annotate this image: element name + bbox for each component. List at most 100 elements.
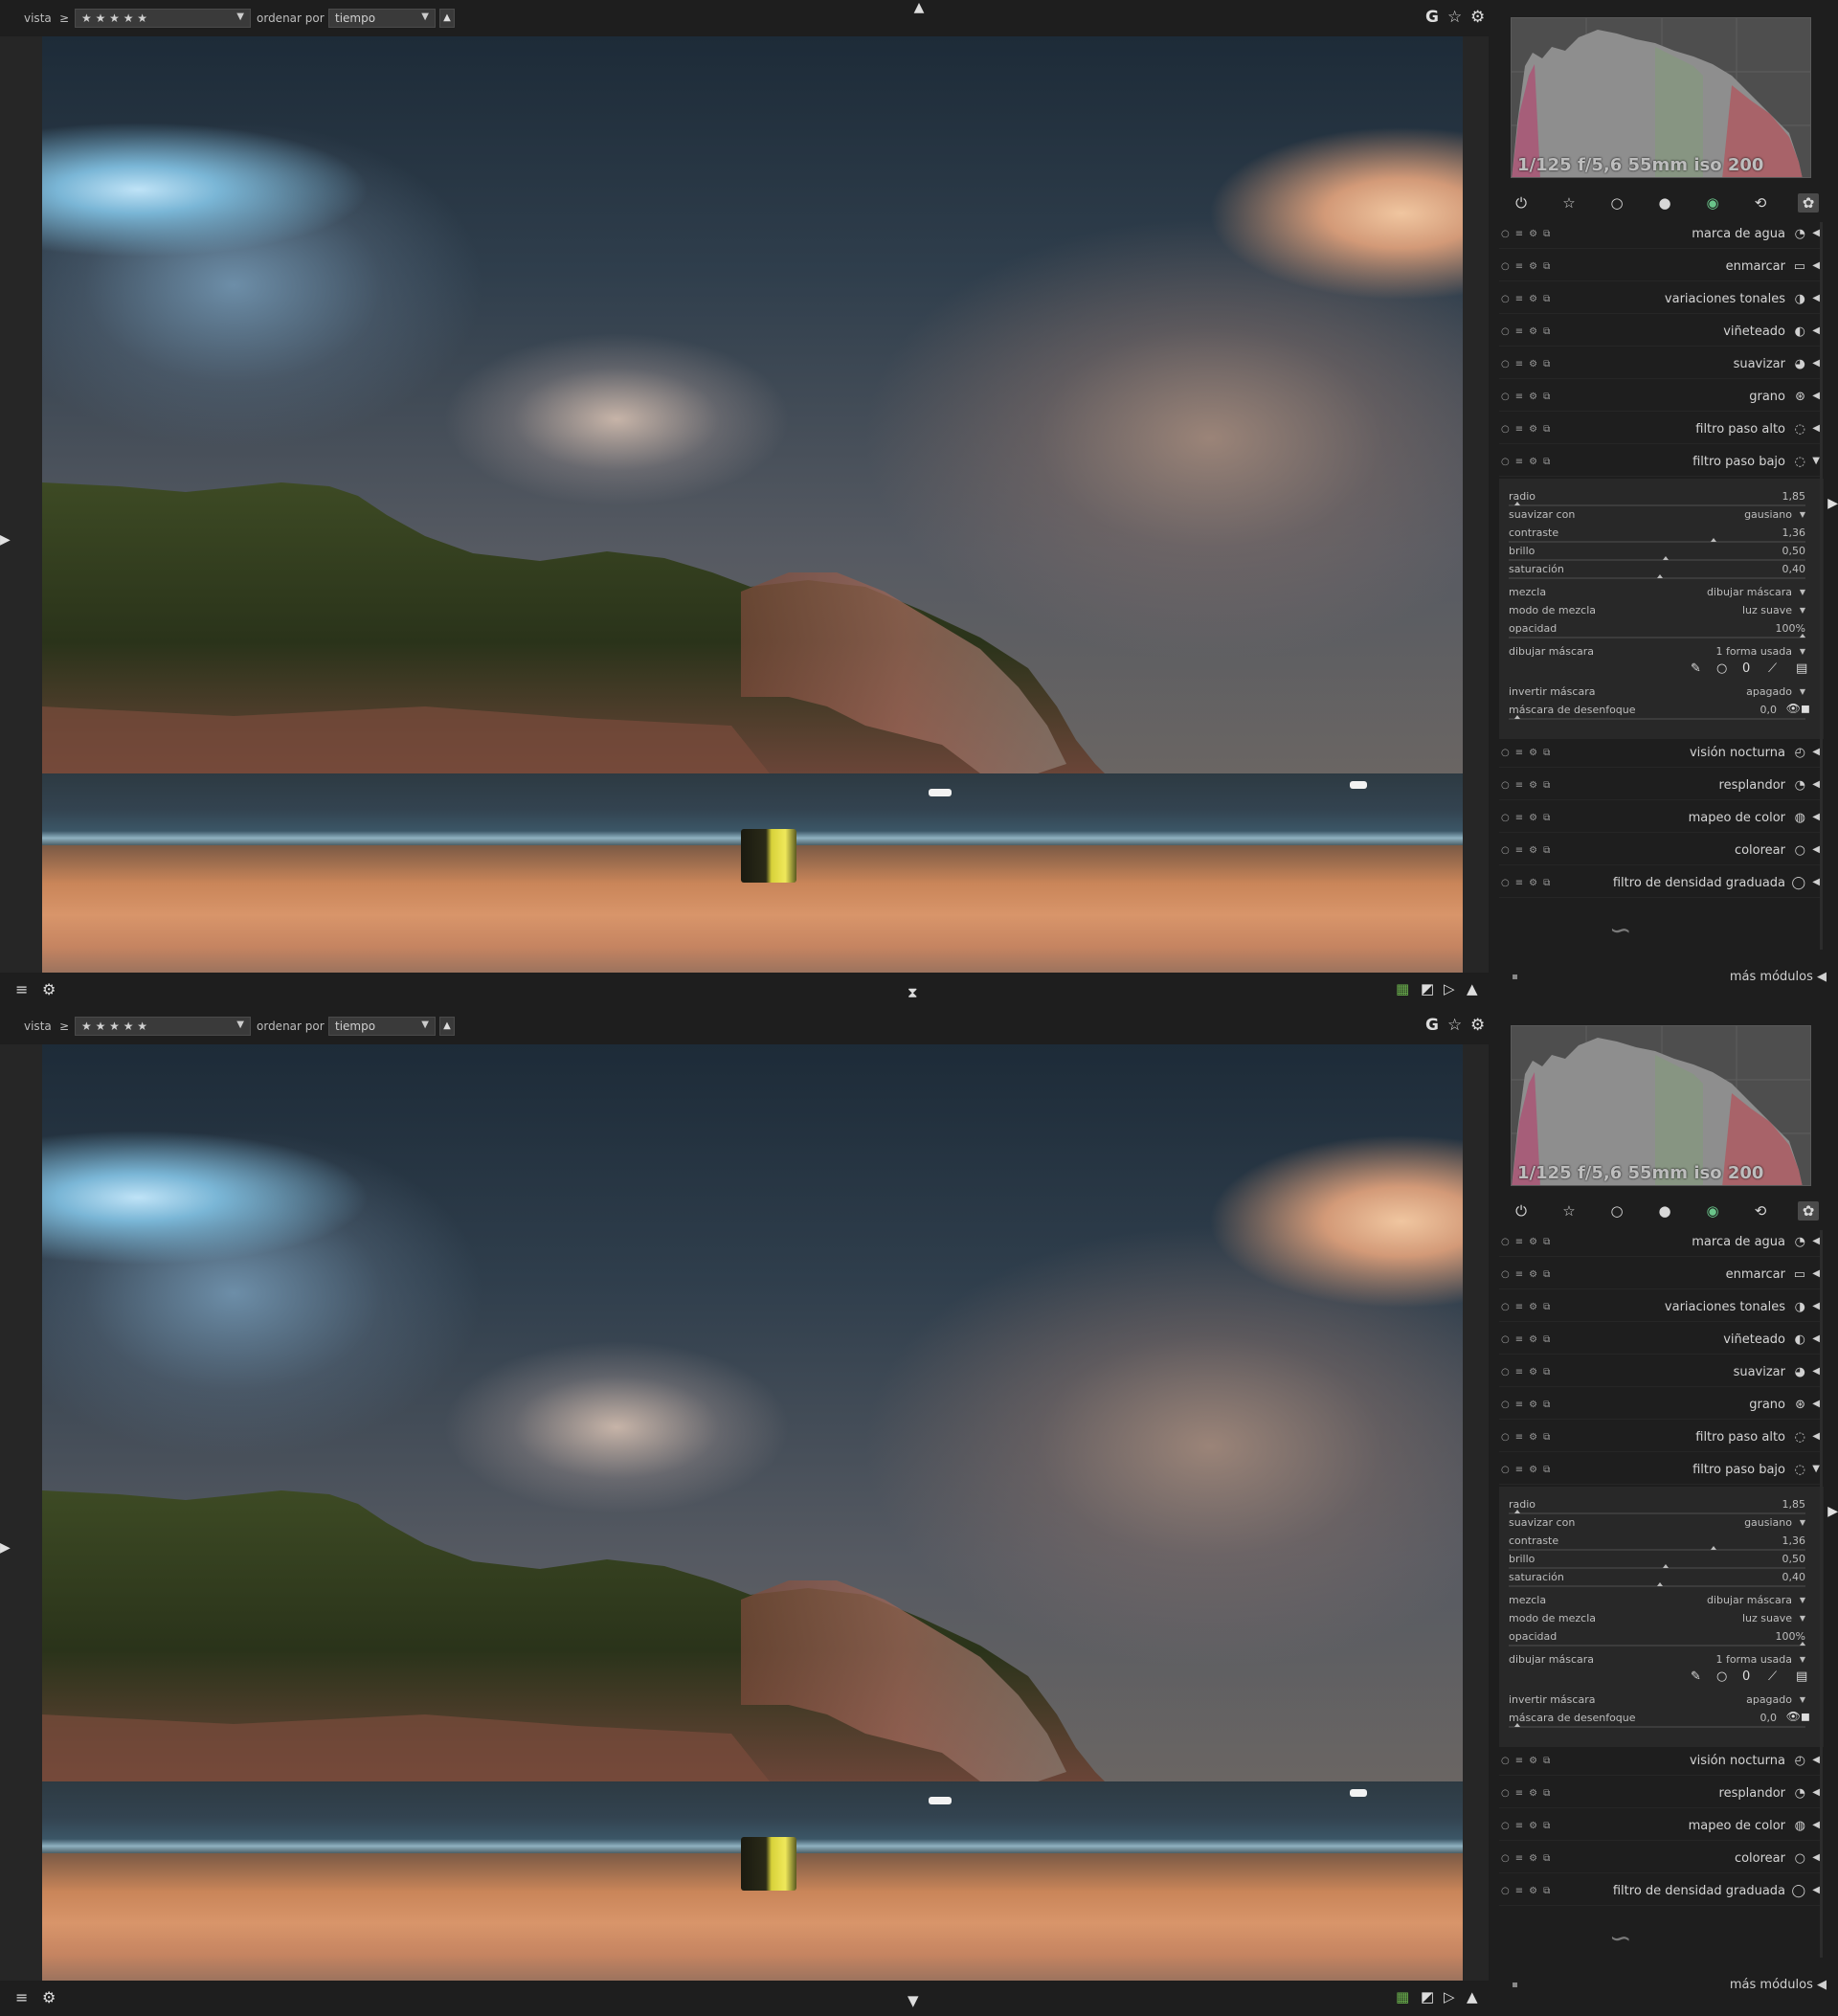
expand-arrow-icon[interactable]: ◀	[1812, 228, 1820, 238]
grouping-button[interactable]: G	[1425, 1016, 1439, 1035]
param-dibujar[interactable]: dibujar máscara 1 forma usada ▼	[1509, 1651, 1805, 1669]
module-controls[interactable]: ○≡⚙⧉	[1501, 229, 1556, 239]
expand-arrow-icon[interactable]: ◀	[1812, 423, 1820, 434]
slider-marker[interactable]	[1514, 715, 1521, 719]
mask-manager-icon[interactable]: ▤	[1796, 1669, 1807, 1684]
expand-arrow-icon[interactable]: ◀	[1812, 1820, 1820, 1830]
expand-arrow-icon[interactable]: ◀	[1812, 1301, 1820, 1311]
expand-arrow-icon[interactable]: ◀	[1812, 325, 1820, 336]
module-header[interactable]: ○≡⚙⧉ mapeo de color ◍ ◀	[1499, 1812, 1822, 1841]
module-header[interactable]: ○≡⚙⧉ colorear ○ ◀	[1499, 837, 1822, 865]
slider-marker[interactable]	[1663, 1564, 1670, 1568]
module-header[interactable]: ○≡⚙⧉ grano ⊛ ◀	[1499, 383, 1822, 412]
param-brillo[interactable]: brillo 0,50	[1509, 1551, 1805, 1569]
correct-group-icon[interactable]: ⟲	[1750, 193, 1771, 213]
presets-icon[interactable]: ⚙	[42, 1988, 56, 2006]
param-mezcla[interactable]: mezcla dibujar máscara ▼	[1509, 1592, 1805, 1610]
expand-arrow-icon[interactable]: ◀	[1812, 1787, 1820, 1798]
warning-triangle-icon[interactable]: ▲	[1467, 1988, 1478, 2005]
slider-track[interactable]	[1509, 1645, 1805, 1646]
gradient-icon[interactable]: ⟋	[1768, 661, 1777, 676]
tone-group-icon[interactable]: ●	[1654, 1201, 1675, 1221]
expand-right-arrow-icon[interactable]: ▶	[1827, 1504, 1838, 1519]
module-scrollbar[interactable]	[1820, 222, 1823, 950]
expand-left-arrow-icon[interactable]: ▶	[0, 1540, 11, 1556]
module-scrollbar[interactable]	[1820, 1230, 1823, 1958]
module-controls[interactable]: ○≡⚙⧉	[1501, 1237, 1556, 1247]
expand-arrow-icon[interactable]: ◀	[1812, 1885, 1820, 1895]
param-mezcla[interactable]: mezcla dibujar máscara ▼	[1509, 584, 1805, 602]
slider-track[interactable]	[1509, 718, 1805, 720]
expand-arrow-icon[interactable]: ◀	[1812, 747, 1820, 757]
module-controls[interactable]: ○≡⚙⧉	[1501, 1400, 1556, 1410]
module-controls[interactable]: ○≡⚙⧉	[1501, 1432, 1556, 1443]
slider-marker[interactable]	[1657, 1582, 1663, 1586]
module-header[interactable]: ○≡⚙⧉ mapeo de color ◍ ◀	[1499, 804, 1822, 833]
slider-marker[interactable]	[1799, 1642, 1805, 1646]
star-overlay-icon[interactable]: ☆	[1447, 8, 1462, 27]
ellipse-icon[interactable]: 0	[1742, 1669, 1750, 1684]
expand-arrow-icon[interactable]: ◀	[1812, 1236, 1820, 1246]
slider-track[interactable]	[1509, 637, 1805, 638]
module-header[interactable]: ○≡⚙⧉ filtro de densidad graduada ◯ ◀	[1499, 869, 1822, 898]
module-controls[interactable]: ○≡⚙⧉	[1501, 1886, 1556, 1896]
eye-icon[interactable]: 👁◼	[1786, 1710, 1810, 1723]
slider-marker[interactable]	[1657, 574, 1663, 578]
circle-icon[interactable]: ○	[1716, 1669, 1727, 1684]
expand-arrow-icon[interactable]: ◀	[1812, 391, 1820, 401]
module-controls[interactable]: ○≡⚙⧉	[1501, 1302, 1556, 1312]
image-canvas[interactable]	[17, 36, 1489, 973]
expand-arrow-icon[interactable]: ◀	[1812, 877, 1820, 887]
module-controls[interactable]: ○≡⚙⧉	[1501, 1756, 1556, 1766]
module-header[interactable]: ○≡⚙⧉ filtro paso bajo ◌ ▼	[1499, 448, 1822, 477]
expand-left-arrow-icon[interactable]: ▶	[0, 532, 11, 548]
expand-arrow-icon[interactable]: ◀	[1812, 1268, 1820, 1279]
star-overlay-icon[interactable]: ☆	[1447, 1016, 1462, 1035]
param-modo[interactable]: modo de mezcla luz suave ▼	[1509, 1610, 1805, 1628]
expand-arrow-icon[interactable]: ◀	[1812, 1431, 1820, 1442]
rating-operator[interactable]: ≥	[59, 11, 69, 25]
module-header[interactable]: ○≡⚙⧉ colorear ○ ◀	[1499, 1845, 1822, 1873]
module-controls[interactable]: ○≡⚙⧉	[1501, 780, 1556, 791]
eye-icon[interactable]: 👁◼	[1786, 702, 1810, 715]
slider-marker[interactable]	[1710, 538, 1716, 542]
param-suavizar[interactable]: suavizar con gausiano ▼	[1509, 1514, 1805, 1533]
image-canvas[interactable]	[17, 1044, 1489, 1981]
module-controls[interactable]: ○≡⚙⧉	[1501, 813, 1556, 823]
rating-operator[interactable]: ≥	[59, 1019, 69, 1033]
pencil-icon[interactable]: ✎	[1691, 1669, 1701, 1684]
color-assessment-icon[interactable]: ▦	[1396, 980, 1409, 997]
slider-marker[interactable]	[1514, 502, 1521, 505]
expand-arrow-icon[interactable]: ◀	[1812, 812, 1820, 822]
gear-icon[interactable]: ⚙	[1470, 1016, 1485, 1035]
module-controls[interactable]: ○≡⚙⧉	[1501, 424, 1556, 435]
param-desenfoque[interactable]: máscara de desenfoque 0,0	[1509, 1710, 1805, 1728]
module-controls[interactable]: ○≡⚙⧉	[1501, 1334, 1556, 1345]
module-controls[interactable]: ○≡⚙⧉	[1501, 845, 1556, 856]
color-group-icon[interactable]: ◉	[1702, 1201, 1723, 1221]
expand-right-arrow-icon[interactable]: ▶	[1827, 496, 1838, 511]
param-invertir[interactable]: invertir máscara apagado ▼	[1509, 683, 1805, 702]
module-controls[interactable]: ○≡⚙⧉	[1501, 1821, 1556, 1831]
slider-marker[interactable]	[1514, 1510, 1521, 1513]
expand-arrow-icon[interactable]: ◀	[1812, 358, 1820, 369]
mask-manager-icon[interactable]: ▤	[1796, 661, 1807, 676]
pencil-icon[interactable]: ✎	[1691, 661, 1701, 676]
param-contraste[interactable]: contraste 1,36	[1509, 525, 1805, 543]
gamut-check-icon[interactable]: ▷	[1444, 1988, 1455, 2005]
more-modules-button[interactable]: más módulos ◀	[1730, 1978, 1827, 1992]
module-header[interactable]: ○≡⚙⧉ marca de agua ◔ ◀	[1499, 220, 1822, 249]
module-controls[interactable]: ○≡⚙⧉	[1501, 326, 1556, 337]
module-controls[interactable]: ○≡⚙⧉	[1501, 294, 1556, 304]
expand-bottom-arrow-icon[interactable]: ⧗	[908, 984, 918, 1001]
param-saturacion[interactable]: saturación 0,40	[1509, 561, 1805, 579]
module-header[interactable]: ○≡⚙⧉ suavizar ◕ ◀	[1499, 350, 1822, 379]
collapse-top-arrow-icon[interactable]: ▲	[908, 0, 930, 15]
module-header[interactable]: ○≡⚙⧉ filtro de densidad graduada ◯ ◀	[1499, 1877, 1822, 1906]
effect-group-icon[interactable]: ✿	[1798, 1201, 1819, 1221]
module-header[interactable]: ○≡⚙⧉ enmarcar ▭ ◀	[1499, 1261, 1822, 1289]
circle-icon[interactable]: ○	[1716, 661, 1727, 676]
gamut-check-icon[interactable]: ▷	[1444, 980, 1455, 997]
rating-filter-dropdown[interactable]: ★ ★ ★ ★ ★ ▼	[75, 9, 251, 28]
module-header[interactable]: ○≡⚙⧉ filtro paso alto ◌ ◀	[1499, 1423, 1822, 1452]
